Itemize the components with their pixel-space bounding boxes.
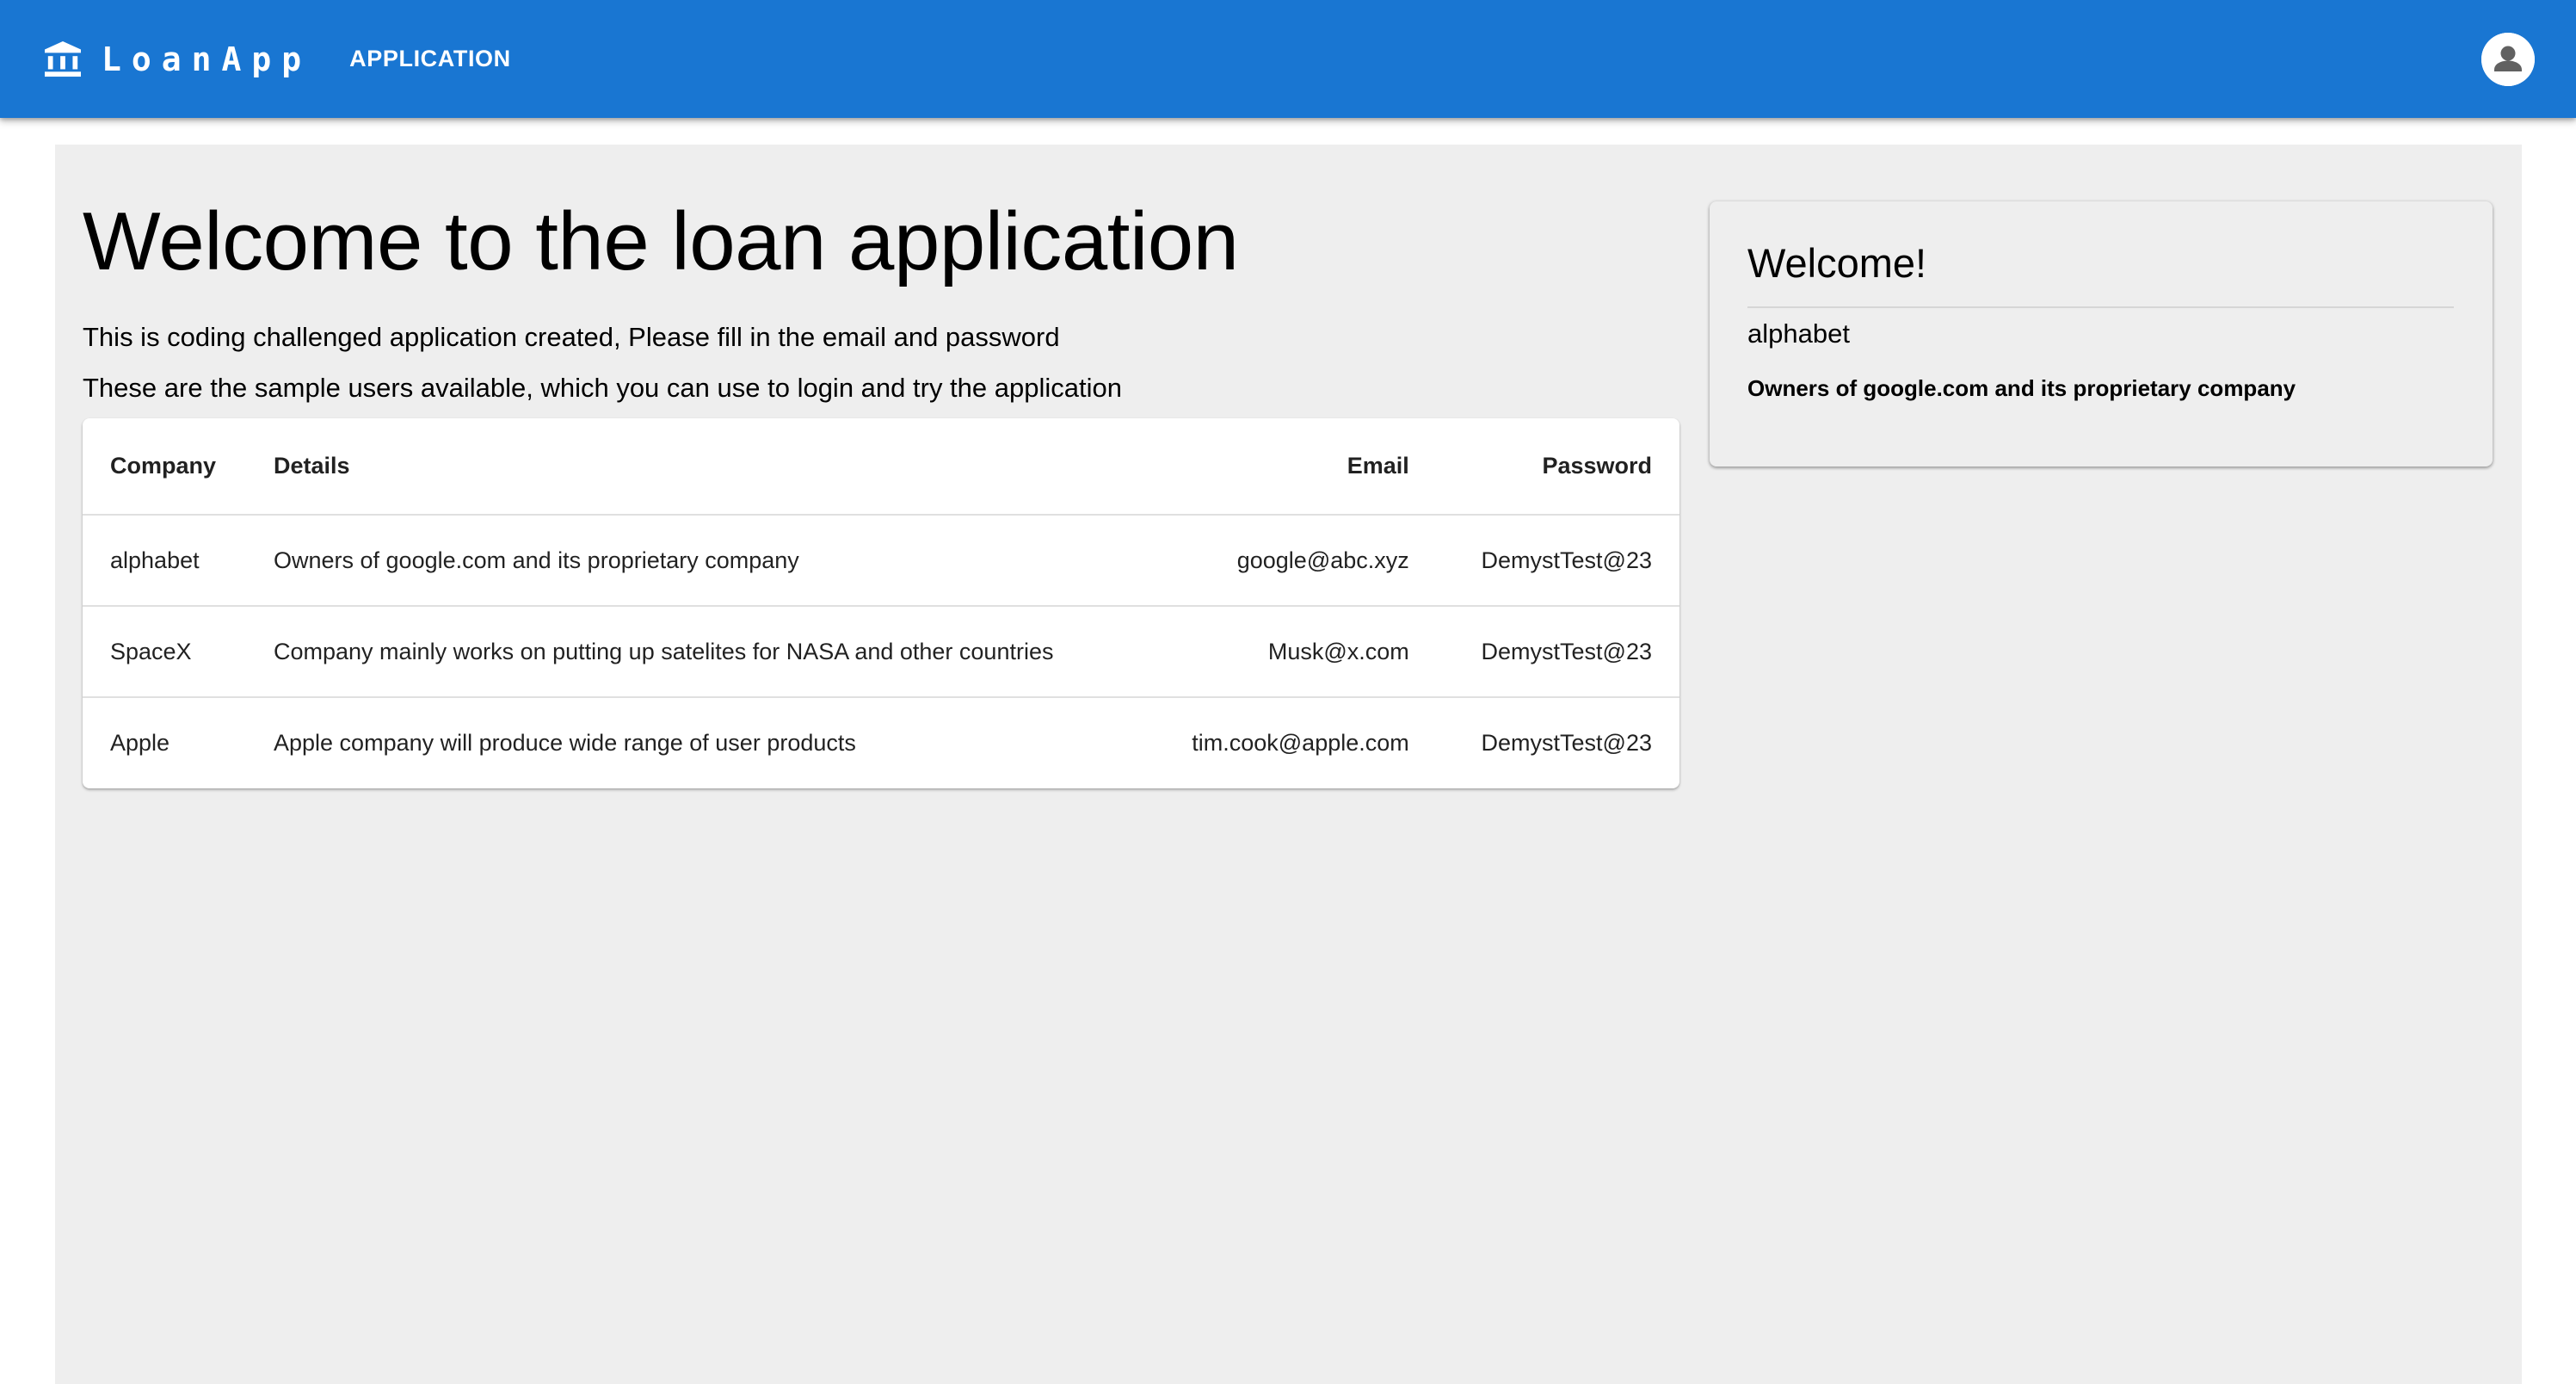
intro-section: Welcome to the loan application This is …	[83, 196, 1679, 413]
column-header-password: Password	[1542, 453, 1652, 479]
account-circle-icon	[2481, 32, 2535, 86]
app-bar: LoanApp APPLICATION	[0, 0, 2576, 118]
divider	[1747, 306, 2454, 309]
welcome-card: Welcome! alphabet Owners of google.com a…	[1710, 201, 2493, 466]
cell-company: SpaceX	[83, 605, 246, 697]
cell-company: alphabet	[83, 514, 246, 606]
cell-details: Company mainly works on putting up satel…	[246, 605, 1144, 697]
intro-text: This is coding challenged application cr…	[83, 312, 1679, 413]
cell-email: google@abc.xyz	[1143, 514, 1437, 606]
nav-application[interactable]: APPLICATION	[349, 46, 511, 72]
cell-password: DemystTest@23	[1436, 605, 1679, 697]
table-header-row: Company Details Email Password	[83, 418, 1679, 515]
cell-email: tim.cook@apple.com	[1143, 696, 1437, 788]
column-header-company: Company	[110, 453, 217, 479]
account-button[interactable]	[2481, 32, 2535, 86]
cell-details: Owners of google.com and its proprietary…	[246, 514, 1144, 606]
users-table: Company Details Email Password alphabet …	[83, 418, 1679, 788]
welcome-company-name: alphabet	[1747, 318, 1850, 349]
main-content: Welcome to the loan application This is …	[55, 145, 2522, 1384]
table-row[interactable]: SpaceX Company mainly works on putting u…	[83, 605, 1679, 697]
column-header-details: Details	[274, 453, 350, 479]
cell-password: DemystTest@23	[1436, 696, 1679, 788]
column-header-email: Email	[1347, 453, 1409, 479]
intro-line-2: These are the sample users available, wh…	[83, 372, 1122, 403]
table-row[interactable]: alphabet Owners of google.com and its pr…	[83, 514, 1679, 606]
brand-logo-link[interactable]: LoanApp	[43, 40, 311, 78]
sample-users-table: Company Details Email Password alphabet …	[83, 418, 1679, 788]
page-title: Welcome to the loan application	[83, 195, 1239, 287]
welcome-company-details: Owners of google.com and its proprietary…	[1747, 375, 2296, 402]
intro-line-1: This is coding challenged application cr…	[83, 321, 1060, 352]
cell-password: DemystTest@23	[1436, 514, 1679, 606]
cell-email: Musk@x.com	[1143, 605, 1437, 697]
bank-icon	[45, 40, 81, 77]
welcome-title: Welcome!	[1747, 240, 1927, 286]
brand-name: LoanApp	[102, 40, 312, 78]
cell-company: Apple	[83, 696, 246, 788]
table-row[interactable]: Apple Apple company will produce wide ra…	[83, 696, 1679, 788]
cell-details: Apple company will produce wide range of…	[246, 696, 1144, 788]
